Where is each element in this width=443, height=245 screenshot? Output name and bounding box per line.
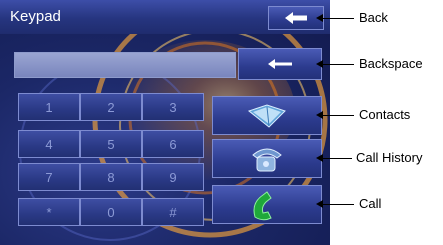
back-callout-arrowhead xyxy=(316,14,323,22)
call-history-button[interactable] xyxy=(212,139,322,178)
back-callout-label: Back xyxy=(359,10,388,25)
key-8[interactable]: 8 xyxy=(80,163,142,191)
contacts-button[interactable] xyxy=(212,96,322,135)
contacts-callout-arrowhead xyxy=(316,111,323,119)
key-9[interactable]: 9 xyxy=(142,163,204,191)
keypad-screen: Keypad 1 2 3 4 5 6 7 8 9 * 0 # xyxy=(0,0,330,245)
call-callout-label: Call xyxy=(359,196,382,211)
key-2[interactable]: 2 xyxy=(80,93,142,121)
call-callout-arrowhead xyxy=(316,200,323,208)
call-callout-line xyxy=(322,204,354,205)
call-button[interactable] xyxy=(212,185,322,224)
call-history-callout-label: Call History xyxy=(356,150,423,165)
number-display-field[interactable] xyxy=(14,52,236,78)
key-3[interactable]: 3 xyxy=(142,93,204,121)
backspace-callout-line xyxy=(322,64,354,65)
key-5[interactable]: 5 xyxy=(80,130,142,158)
phone-handset-icon xyxy=(252,148,282,171)
page-title: Keypad xyxy=(10,8,61,25)
contacts-book-icon xyxy=(247,103,286,128)
key-hash[interactable]: # xyxy=(142,198,204,226)
backspace-button[interactable] xyxy=(238,48,322,80)
contacts-callout-line xyxy=(322,115,354,116)
call-history-callout-arrowhead xyxy=(316,154,323,162)
key-4[interactable]: 4 xyxy=(18,130,80,158)
arrow-left-icon xyxy=(285,12,307,24)
key-1[interactable]: 1 xyxy=(18,93,80,121)
key-6[interactable]: 6 xyxy=(142,130,204,158)
key-star[interactable]: * xyxy=(18,198,80,226)
contacts-callout-label: Contacts xyxy=(359,107,411,122)
back-callout-line xyxy=(322,18,354,19)
arrow-left-icon xyxy=(268,59,292,69)
call-history-callout-line xyxy=(322,158,352,159)
green-handset-icon xyxy=(253,190,272,220)
backspace-callout-arrowhead xyxy=(316,60,323,68)
key-0[interactable]: 0 xyxy=(80,198,142,226)
backspace-callout-label: Backspace xyxy=(359,56,423,71)
key-7[interactable]: 7 xyxy=(18,163,80,191)
